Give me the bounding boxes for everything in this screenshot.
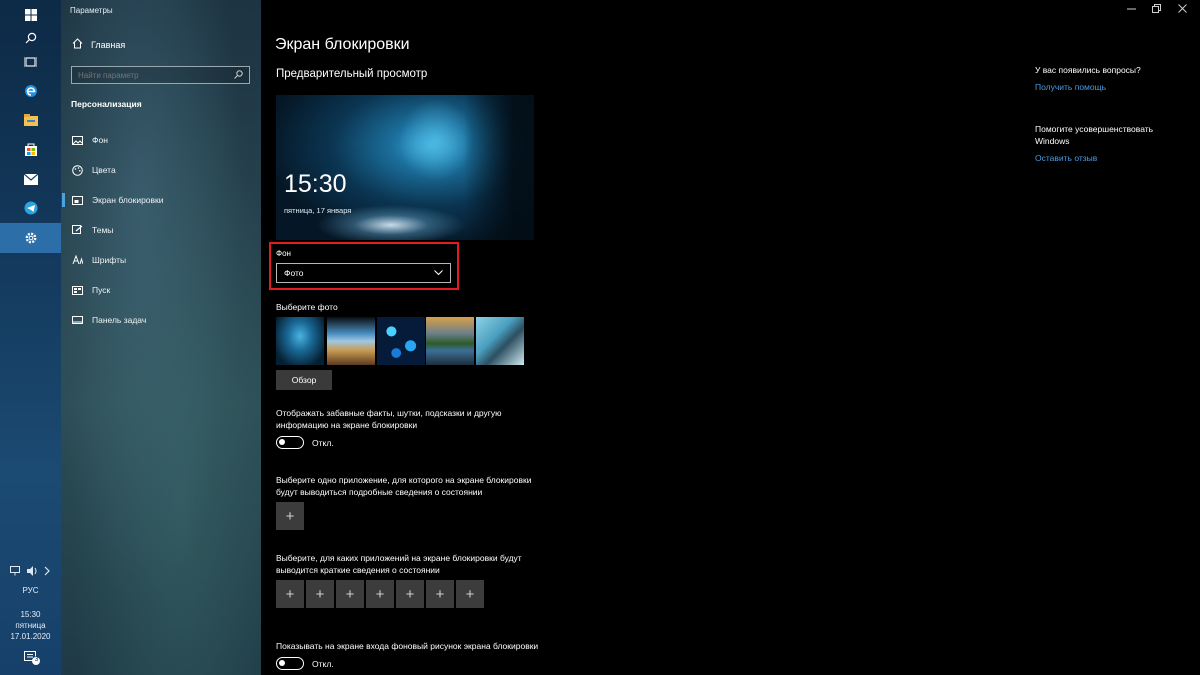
section-title: Персонализация [71, 99, 142, 109]
background-select-value: Фото [284, 268, 304, 278]
chevron-down-icon [434, 268, 443, 278]
photo-thumbnail[interactable] [327, 317, 375, 365]
signin-bg-state: Откл. [312, 658, 334, 669]
signin-bg-toggle-row[interactable]: Откл. [276, 657, 334, 670]
photo-thumbnail[interactable] [476, 317, 524, 365]
start-icon [72, 285, 83, 296]
quick-apps-text: Выберите, для каких приложений на экране… [276, 553, 522, 575]
preview-dark-edge [464, 95, 534, 240]
lock-screen-preview: 15:30 пятница, 17 января [276, 95, 534, 240]
minimize-icon[interactable] [1127, 4, 1136, 16]
nav-item-label: Цвета [92, 165, 116, 175]
close-icon[interactable] [1178, 4, 1187, 16]
search-box[interactable] [71, 66, 250, 84]
taskbar: РУС 15:30 пятница 17.01.2020 3 [0, 0, 61, 675]
improve-windows-text: Помогите усовершенствовать Windows [1035, 124, 1154, 146]
telegram-icon[interactable] [0, 193, 61, 223]
detailed-app-text: Выберите одно приложение, для которого н… [276, 475, 532, 497]
add-quick-app-button[interactable]: + [306, 580, 334, 608]
nav-item-label: Панель задач [92, 315, 147, 325]
clock-time[interactable]: 15:30 [0, 609, 61, 620]
system-tray [0, 566, 61, 579]
chevron-right-icon[interactable] [44, 566, 51, 579]
photo-thumbnail[interactable] [276, 317, 324, 365]
fun-facts-state: Откл. [312, 437, 334, 448]
search-icon[interactable] [234, 69, 243, 81]
font-icon [72, 255, 83, 266]
nav-item-background[interactable]: Фон [61, 129, 261, 151]
preview-date: пятница, 17 января [284, 206, 352, 215]
nav-home[interactable]: Главная [72, 38, 125, 51]
picture-icon [72, 135, 83, 146]
network-icon[interactable] [10, 566, 21, 579]
clock-day[interactable]: пятница [0, 620, 61, 631]
help-question: У вас появились вопросы? [1035, 65, 1141, 75]
add-quick-app-button[interactable]: + [336, 580, 364, 608]
store-icon[interactable] [0, 134, 61, 164]
nav-item-label: Темы [92, 225, 114, 235]
nav-item-themes[interactable]: Темы [61, 219, 261, 241]
signin-bg-text: Показывать на экране входа фоновый рисун… [276, 641, 539, 651]
nav-item-start[interactable]: Пуск [61, 279, 261, 301]
fun-facts-toggle-row[interactable]: Откл. [276, 436, 334, 449]
nav-home-label: Главная [91, 39, 126, 50]
fun-facts-toggle[interactable] [276, 436, 304, 449]
nav-item-fonts[interactable]: Шрифты [61, 249, 261, 271]
window-title: Параметры [70, 6, 113, 15]
nav-item-label: Пуск [92, 285, 111, 295]
add-quick-app-button[interactable]: + [396, 580, 424, 608]
photo-thumbnail[interactable] [377, 317, 425, 365]
get-help-link[interactable]: Получить помощь [1035, 81, 1175, 93]
task-view-icon[interactable] [0, 47, 61, 77]
notifications-count: 3 [34, 656, 39, 663]
add-quick-app-button[interactable]: + [426, 580, 454, 608]
edge-browser-icon[interactable] [0, 76, 61, 106]
fun-facts-text: Отображать забавные факты, шутки, подска… [276, 408, 502, 430]
volume-icon[interactable] [27, 566, 38, 579]
signin-bg-toggle[interactable] [276, 657, 304, 670]
main-content: Экран блокировки Предварительный просмот… [261, 0, 1200, 675]
nav-item-label: Экран блокировки [92, 195, 164, 205]
lock-screen-icon [72, 195, 83, 206]
nav-item-taskbar[interactable]: Панель задач [61, 309, 261, 331]
search-input[interactable] [78, 70, 218, 80]
taskbar-icon [72, 315, 83, 326]
add-quick-app-button[interactable]: + [366, 580, 394, 608]
add-quick-app-button[interactable]: + [456, 580, 484, 608]
nav-item-label: Фон [92, 135, 108, 145]
photo-thumbnail[interactable] [426, 317, 474, 365]
mail-icon[interactable] [0, 164, 61, 194]
language-indicator[interactable]: РУС [0, 585, 61, 596]
nav-item-label: Шрифты [92, 255, 127, 265]
background-select[interactable]: Фото [276, 263, 451, 283]
home-icon [72, 38, 83, 51]
brush-icon [72, 225, 83, 236]
choose-photo-label: Выберите фото [276, 302, 338, 312]
add-quick-app-button[interactable]: + [276, 580, 304, 608]
page-title: Экран блокировки [275, 36, 410, 53]
preview-title: Предварительный просмотр [276, 68, 428, 80]
preview-time: 15:30 [284, 170, 347, 198]
file-explorer-icon[interactable] [0, 105, 61, 135]
notifications-icon[interactable]: 3 [24, 651, 40, 670]
settings-gear-icon[interactable] [0, 223, 61, 253]
nav-item-lock-screen[interactable]: Экран блокировки [61, 189, 261, 211]
clock-date[interactable]: 17.01.2020 [0, 631, 61, 642]
nav-item-colors[interactable]: Цвета [61, 159, 261, 181]
restore-icon[interactable] [1152, 4, 1161, 16]
browse-button[interactable]: Обзор [276, 370, 332, 390]
settings-nav-pane: Параметры Главная Персонализация Фон Цве… [61, 0, 261, 675]
background-label: Фон [276, 249, 291, 258]
feedback-link[interactable]: Оставить отзыв [1035, 152, 1175, 164]
add-detailed-app-button[interactable]: + [276, 502, 304, 530]
palette-icon [72, 164, 83, 176]
